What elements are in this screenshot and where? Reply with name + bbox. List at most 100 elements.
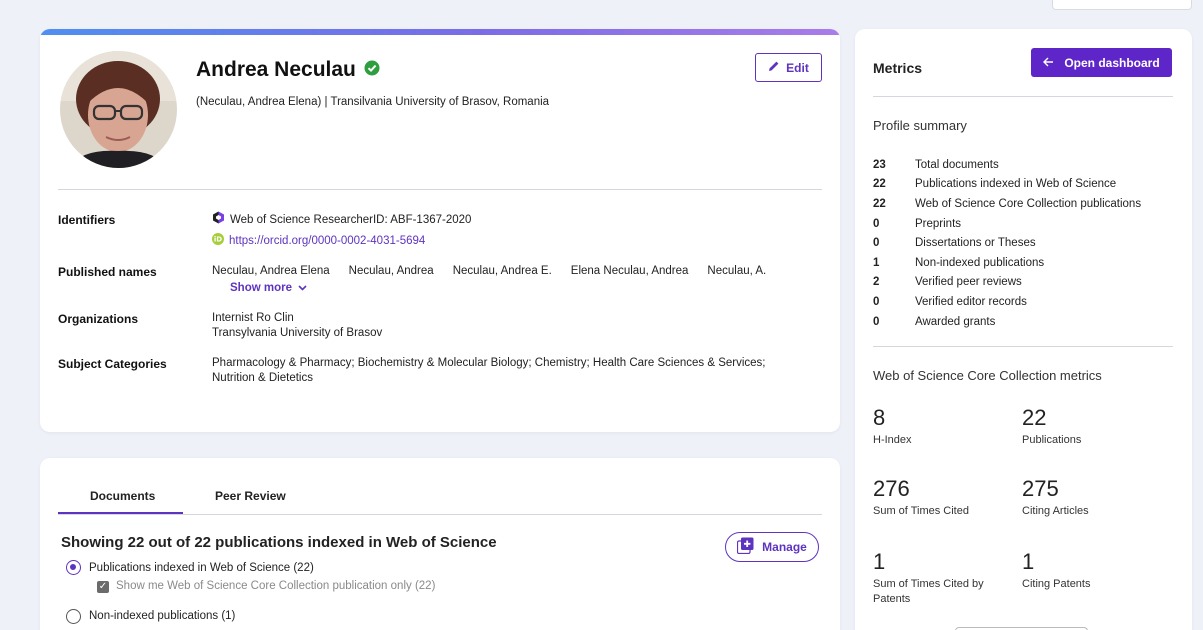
- summary-row: 0 Preprints: [873, 214, 1141, 234]
- summary-label: Publications indexed in Web of Science: [915, 178, 1117, 191]
- summary-count: 0: [873, 237, 880, 250]
- summary-label: Awarded grants: [915, 315, 996, 328]
- organizations-value: Internist Ro Clin Transylvania Universit…: [212, 311, 382, 341]
- organizations-label: Organizations: [58, 312, 139, 326]
- metric-value: 276: [873, 476, 910, 501]
- orcid-link[interactable]: https://orcid.org/0000-0002-4031-5694: [229, 234, 425, 249]
- organization: Internist Ro Clin: [212, 312, 294, 324]
- summary-count: 0: [873, 295, 880, 308]
- radio-indexed-label: Publications indexed in Web of Science (…: [89, 562, 314, 574]
- researcher-name: Andrea Neculau: [196, 58, 356, 81]
- verified-icon: [364, 60, 380, 81]
- metric-publications: 22 Publications: [1022, 405, 1081, 448]
- orcid-icon: iD: [212, 233, 224, 250]
- metric-citing-articles: 275 Citing Articles: [1022, 476, 1089, 519]
- subject-categories-line: Nutrition & Dietetics: [212, 372, 313, 384]
- summary-label: Verified editor records: [915, 295, 1027, 308]
- metric-label: Sum of Times Cited by Patents: [873, 578, 984, 605]
- summary-row: 0 Verified editor records: [873, 292, 1141, 312]
- radio-non-indexed-label: Non-indexed publications (1): [89, 610, 236, 622]
- summary-count: 2: [873, 276, 880, 289]
- manage-label: Manage: [762, 540, 807, 554]
- subject-categories-line: Pharmacology & Pharmacy; Biochemistry & …: [212, 357, 766, 369]
- published-names-value: Neculau, Andrea Elena Neculau, Andrea Ne…: [212, 264, 766, 296]
- summary-label: Non-indexed publications: [915, 256, 1045, 269]
- profile-summary-title: Profile summary: [873, 118, 967, 133]
- showing-count-heading: Showing 22 out of 22 publications indexe…: [61, 534, 497, 551]
- profile-summary-list: 23 Total documents 22 Publications indexed…: [873, 155, 1141, 331]
- researcher-subline: (Neculau, Andrea Elena) | Transilvania U…: [196, 96, 550, 108]
- divider: [873, 96, 1173, 97]
- summary-label: Verified peer reviews: [915, 276, 1022, 289]
- wos-researcherid-icon: [212, 211, 225, 229]
- identifiers-value: Web of Science ResearcherID: ABF-1367-20…: [212, 211, 471, 250]
- published-name: Neculau, A.: [707, 265, 767, 277]
- metric-label: Sum of Times Cited: [873, 505, 969, 517]
- identifiers-label: Identifiers: [58, 213, 116, 227]
- open-dashboard-label: Open dashboard: [1064, 55, 1160, 70]
- arrow-left-icon: [1043, 56, 1054, 70]
- summary-row: 23 Total documents: [873, 155, 1141, 175]
- metric-label: Publications: [1022, 434, 1082, 446]
- summary-label: Dissertations or Theses: [915, 237, 1036, 250]
- summary-row: 1 Non-indexed publications: [873, 253, 1141, 273]
- show-more-button[interactable]: Show more: [230, 281, 307, 296]
- summary-label: Total documents: [915, 158, 999, 171]
- tab-peer-review[interactable]: Peer Review: [215, 489, 286, 503]
- pencil-icon: [768, 60, 780, 75]
- radio-non-indexed[interactable]: [66, 609, 81, 624]
- metric-citing-patents: 1 Citing Patents: [1022, 549, 1090, 592]
- svg-text:iD: iD: [214, 236, 222, 244]
- metric-value: 1: [873, 549, 886, 574]
- published-name: Elena Neculau, Andrea: [570, 265, 689, 277]
- metric-value: 22: [1022, 405, 1047, 430]
- summary-label: Preprints: [915, 217, 962, 230]
- summary-row: 2 Verified peer reviews: [873, 273, 1141, 293]
- manage-button[interactable]: Manage: [725, 532, 819, 562]
- subject-categories-value: Pharmacology & Pharmacy; Biochemistry & …: [212, 356, 765, 386]
- metrics-title: Metrics: [873, 60, 923, 76]
- avatar: [60, 51, 177, 168]
- researcher-id: Web of Science ResearcherID: ABF-1367-20…: [230, 213, 472, 226]
- published-names-label: Published names: [58, 265, 157, 279]
- summary-row: 22 Publications indexed in Web of Science: [873, 175, 1141, 195]
- checkbox-core-only[interactable]: ✓: [97, 581, 109, 593]
- add-box-icon: [737, 537, 754, 557]
- core-metrics-title: Web of Science Core Collection metrics: [873, 368, 1102, 383]
- edit-button-label: Edit: [786, 60, 809, 75]
- metric-label: H-Index: [873, 434, 912, 446]
- show-more-label: Show more: [230, 282, 292, 294]
- summary-row: 0 Awarded grants: [873, 312, 1141, 332]
- tab-documents[interactable]: Documents: [90, 489, 155, 503]
- summary-row: 0 Dissertations or Theses: [873, 233, 1141, 253]
- metric-label: Citing Patents: [1022, 578, 1091, 590]
- metric-value: 275: [1022, 476, 1059, 501]
- published-name: Neculau, Andrea E.: [452, 265, 552, 277]
- metrics-card: Metrics Open dashboard Profile summary 2…: [855, 29, 1192, 630]
- chevron-down-icon: [298, 281, 307, 296]
- open-dashboard-button[interactable]: Open dashboard: [1031, 48, 1172, 77]
- summary-label: Web of Science Core Collection publicati…: [915, 197, 1142, 210]
- divider: [58, 189, 822, 190]
- summary-count: 1: [873, 256, 880, 269]
- summary-count: 0: [873, 217, 880, 230]
- top-partial-element: [1052, 0, 1192, 10]
- summary-count: 0: [873, 315, 880, 328]
- profile-card: Andrea Neculau (Neculau, Andrea Elena) |…: [40, 29, 840, 432]
- metric-h-index: 8 H-Index: [873, 405, 912, 448]
- tabs-divider: [58, 514, 822, 515]
- published-name: Neculau, Andrea Elena: [212, 265, 330, 277]
- metric-times-cited-patents: 1 Sum of Times Cited by Patents: [873, 549, 1008, 607]
- divider: [873, 346, 1173, 347]
- checkbox-core-only-label: Show me Web of Science Core Collection p…: [116, 580, 436, 592]
- summary-count: 22: [873, 197, 886, 210]
- summary-count: 23: [873, 158, 886, 171]
- metric-label: Citing Articles: [1022, 505, 1089, 517]
- subject-categories-label: Subject Categories: [58, 357, 167, 371]
- published-name: Neculau, Andrea: [348, 265, 434, 277]
- edit-button[interactable]: Edit: [755, 53, 822, 82]
- metric-times-cited: 276 Sum of Times Cited: [873, 476, 969, 519]
- gradient-bar: [40, 29, 840, 35]
- summary-count: 22: [873, 178, 886, 191]
- radio-indexed-publications[interactable]: [66, 560, 81, 575]
